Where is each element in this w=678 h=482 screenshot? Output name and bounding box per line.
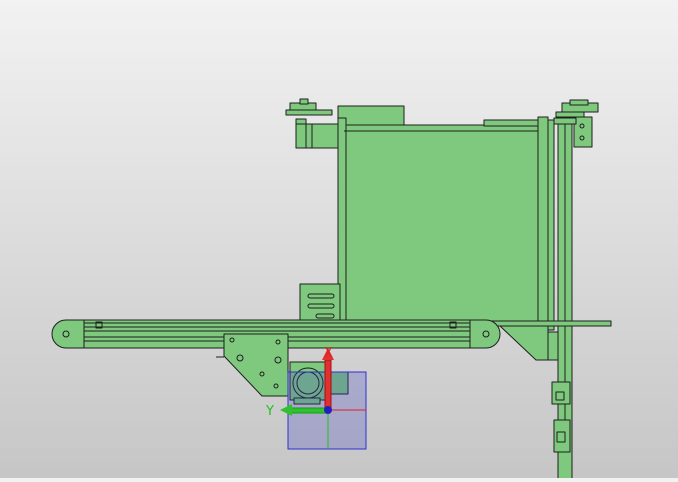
x-axis-handle[interactable] (324, 359, 332, 409)
motor-mount-plate (216, 333, 289, 397)
top-left-clamp (285, 98, 341, 149)
y-axis-label: Y (265, 404, 274, 419)
hopper-body (343, 124, 541, 322)
x-axis-label: X (324, 346, 333, 361)
top-tab (337, 105, 405, 127)
angled-support (499, 325, 559, 361)
y-axis-arrow-icon (280, 404, 292, 416)
origin-icon[interactable] (324, 406, 332, 414)
y-axis-handle[interactable] (289, 407, 327, 414)
3d-viewport[interactable]: X Y (0, 0, 678, 482)
side-bracket (299, 283, 341, 321)
cad-model-drawing[interactable]: X Y (0, 0, 678, 482)
